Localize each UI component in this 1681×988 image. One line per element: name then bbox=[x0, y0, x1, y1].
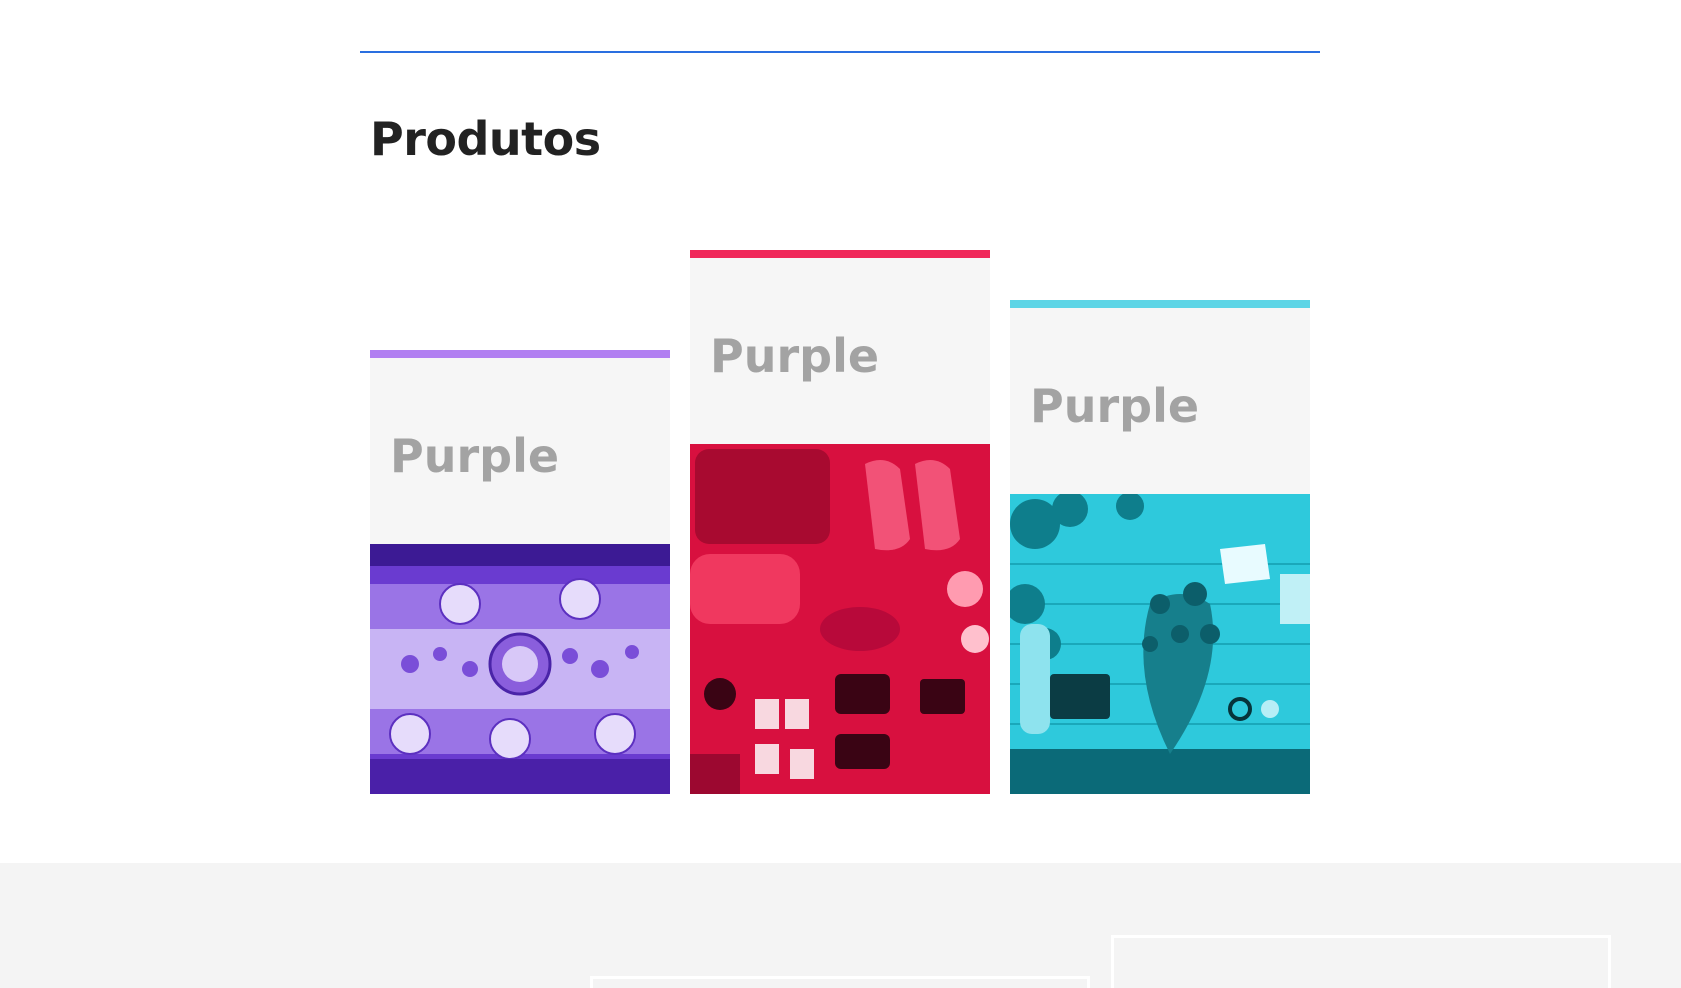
footer-band bbox=[0, 863, 1681, 988]
footer-outline-box bbox=[1111, 935, 1611, 988]
section-divider bbox=[360, 51, 1320, 53]
product-card[interactable]: Purple bbox=[370, 350, 670, 794]
workbench-flowers-photo bbox=[1010, 494, 1310, 794]
footer-outline-box bbox=[590, 976, 1090, 988]
card-title: Purple bbox=[1030, 379, 1200, 433]
card-title: Purple bbox=[390, 429, 560, 483]
card-accent-bar bbox=[690, 250, 990, 258]
product-card[interactable]: Purple bbox=[690, 250, 990, 794]
card-header: Purple bbox=[370, 358, 670, 544]
product-card[interactable]: Purple bbox=[1010, 300, 1310, 794]
card-accent-bar bbox=[1010, 300, 1310, 308]
section-title: Produtos bbox=[370, 112, 601, 166]
card-title: Purple bbox=[710, 329, 880, 383]
table-setting-photo bbox=[370, 544, 670, 794]
card-accent-bar bbox=[370, 350, 670, 358]
card-header: Purple bbox=[1010, 308, 1310, 494]
card-header: Purple bbox=[690, 258, 990, 444]
page: Produtos Purple Purple Purple bbox=[0, 0, 1681, 988]
travel-gear-photo bbox=[690, 444, 990, 794]
